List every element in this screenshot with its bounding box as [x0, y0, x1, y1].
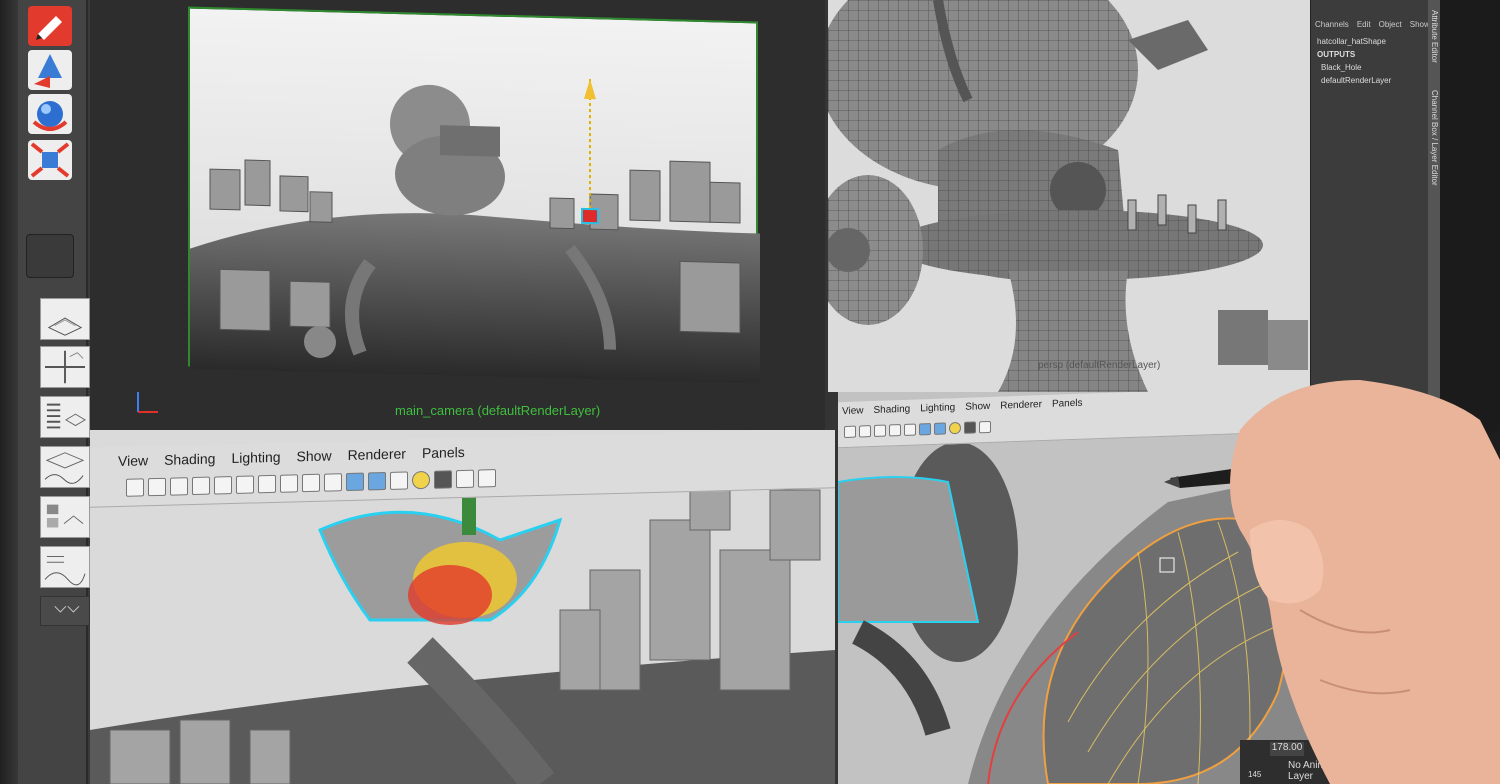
- menu-lighting[interactable]: Lighting: [920, 402, 955, 414]
- wireframe-icon[interactable]: [919, 422, 931, 436]
- menu-edit[interactable]: Edit: [1357, 20, 1371, 29]
- viewport-bottom-left[interactable]: View Shading Lighting Show Renderer Pane…: [90, 430, 835, 784]
- safe-action-icon[interactable]: [324, 473, 342, 492]
- rotate-tool-icon[interactable]: [26, 92, 74, 136]
- hand-stylus-illustration: [1164, 380, 1500, 784]
- viewport-icon-row-right: [844, 420, 991, 439]
- outputs-label: OUTPUTS: [1317, 50, 1356, 59]
- smooth-shade-icon[interactable]: [368, 472, 386, 491]
- viewport-menu: View Shading Lighting Show Renderer Pane…: [118, 444, 465, 469]
- menu-lighting[interactable]: Lighting: [231, 449, 280, 466]
- single-pane-layout-icon[interactable]: [40, 298, 90, 340]
- viewport-icon-row: [126, 469, 496, 497]
- menu-channels[interactable]: Channels: [1315, 20, 1349, 29]
- grid-icon[interactable]: [214, 476, 232, 495]
- tab-attribute-editor[interactable]: Attribute Editor: [1430, 10, 1439, 63]
- textured-icon[interactable]: [390, 471, 408, 490]
- shadows-icon[interactable]: [434, 470, 452, 489]
- toolbox: [18, 0, 90, 784]
- menu-renderer[interactable]: Renderer: [348, 445, 406, 463]
- four-pane-layout-icon[interactable]: [40, 346, 90, 388]
- smooth-shade-icon[interactable]: [934, 422, 946, 435]
- menu-view[interactable]: View: [118, 452, 148, 469]
- move-tool-icon[interactable]: [26, 48, 74, 92]
- resolution-gate-icon[interactable]: [258, 474, 276, 494]
- menu-view[interactable]: View: [842, 405, 864, 417]
- bookmark-icon[interactable]: [859, 425, 871, 438]
- film-gate-icon[interactable]: [236, 475, 254, 494]
- menu-panels[interactable]: Panels: [1052, 398, 1083, 410]
- menu-panels[interactable]: Panels: [422, 444, 465, 461]
- default-lighting-icon[interactable]: [412, 470, 430, 490]
- bookmark-icon[interactable]: [170, 477, 188, 496]
- outliner-layout-icon[interactable]: [40, 396, 90, 438]
- camera-resolution-gate: [188, 6, 760, 384]
- graph-layout-icon[interactable]: [40, 446, 90, 488]
- scale-tool-icon[interactable]: [26, 138, 74, 182]
- expand-layouts-button[interactable]: [40, 596, 90, 626]
- uv-layout-icon[interactable]: [40, 546, 90, 588]
- image-plane-icon[interactable]: [874, 424, 886, 437]
- persp-caption: persp (defaultRenderLayer): [1038, 360, 1161, 371]
- channel-box-menu: Channels Edit Object Show: [1311, 0, 1430, 35]
- viewport-main-camera[interactable]: main_camera (defaultRenderLayer): [90, 0, 825, 430]
- menu-object[interactable]: Object: [1379, 20, 1402, 29]
- tab-channel-box-layer-editor[interactable]: Channel Box / Layer Editor: [1430, 90, 1439, 186]
- output-node[interactable]: Black_Hole: [1311, 61, 1428, 74]
- camera-scene-render: [190, 79, 760, 384]
- wireframe-icon[interactable]: [346, 472, 364, 492]
- select-paint-icon[interactable]: [26, 4, 74, 48]
- viewport-caption: main_camera (defaultRenderLayer): [395, 403, 601, 418]
- persp-wireframe-scene: [828, 0, 1310, 392]
- menu-renderer[interactable]: Renderer: [1000, 399, 1042, 411]
- field-chart-icon[interactable]: [302, 473, 320, 493]
- menu-shading[interactable]: Shading: [164, 450, 215, 467]
- shadows-icon[interactable]: [964, 421, 976, 434]
- isolate-select-icon[interactable]: [478, 469, 496, 488]
- hand-with-stylus: [1160, 360, 1500, 784]
- output-node[interactable]: defaultRenderLayer: [1311, 74, 1428, 87]
- default-lighting-icon[interactable]: [949, 421, 961, 435]
- camera-attributes-icon[interactable]: [148, 477, 166, 497]
- view-axis-indicator: [132, 386, 162, 416]
- xray-icon[interactable]: [456, 469, 474, 489]
- menu-show[interactable]: Show: [1410, 20, 1430, 29]
- camera-select-icon[interactable]: [126, 478, 144, 497]
- empty-tool-slot[interactable]: [26, 234, 74, 278]
- menu-shading[interactable]: Shading: [874, 404, 911, 416]
- menu-show[interactable]: Show: [965, 401, 990, 413]
- grid-icon[interactable]: [889, 424, 901, 437]
- camera-select-icon[interactable]: [844, 425, 856, 439]
- image-plane-icon[interactable]: [192, 476, 210, 496]
- gate-mask-icon[interactable]: [280, 474, 298, 493]
- selected-object-name[interactable]: hatcollar_hatShape: [1311, 35, 1428, 48]
- menu-show[interactable]: Show: [297, 447, 332, 464]
- viewport-persp[interactable]: persp (defaultRenderLayer): [828, 0, 1310, 392]
- viewport-menu-right: View Shading Lighting Show Renderer Pane…: [842, 398, 1083, 417]
- xray-icon[interactable]: [979, 420, 991, 434]
- film-gate-icon[interactable]: [904, 423, 916, 436]
- hypershade-layout-icon[interactable]: [40, 496, 90, 538]
